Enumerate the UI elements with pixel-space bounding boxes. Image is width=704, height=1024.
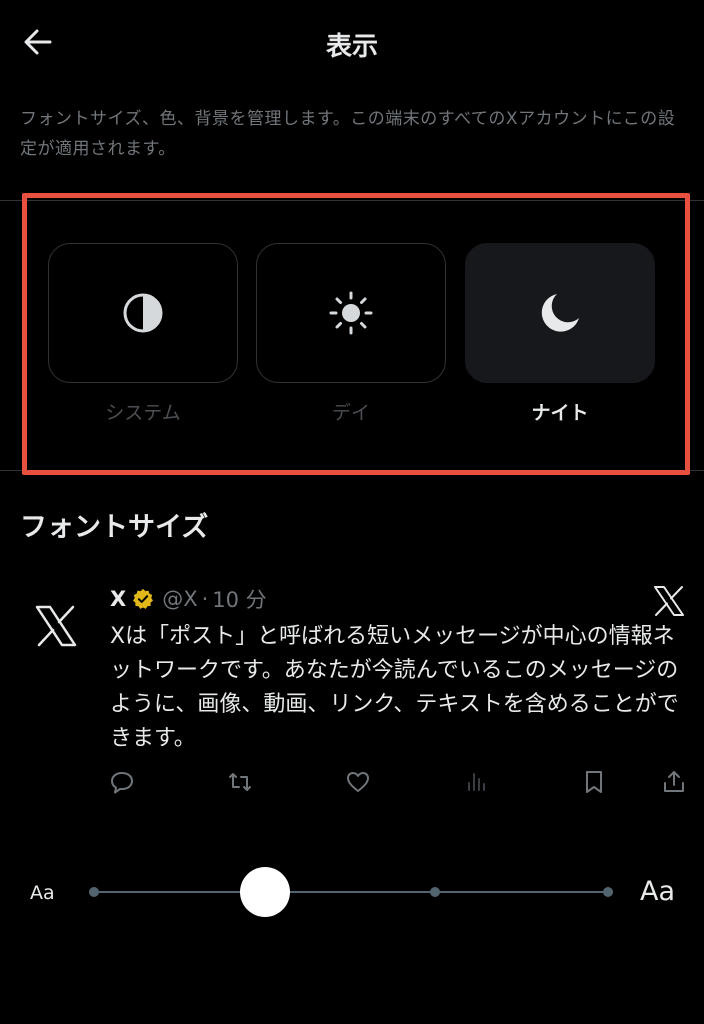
reply-icon [111, 772, 133, 794]
font-size-slider-thumb[interactable] [240, 867, 290, 917]
bookmark-icon [586, 771, 602, 793]
views-icon [468, 773, 485, 791]
post-timestamp: 10 分 [212, 588, 267, 612]
post-author-handle[interactable]: @X [162, 587, 197, 611]
slider-step-dot[interactable] [89, 887, 99, 897]
page-title: 表示 [325, 32, 378, 62]
font-size-max-label: Aa [640, 876, 676, 907]
views-button[interactable] [462, 768, 490, 796]
settings-description: フォントサイズ、色、背景を管理します。この端末のすべてのXアカウントにこの設定が… [20, 109, 676, 159]
bookmark-button[interactable] [580, 768, 608, 796]
post-separator-dot: · [201, 587, 209, 611]
theme-selection-highlight [22, 193, 690, 475]
reply-button[interactable] [108, 768, 136, 796]
post-text: Xは「ポスト」と呼ばれる短いメッセージが中心の情報ネットワークです。あなたが今読… [110, 624, 679, 751]
avatar[interactable] [32, 598, 80, 654]
share-icon [664, 771, 684, 792]
like-icon [347, 772, 369, 792]
slider-step-dot[interactable] [430, 887, 440, 897]
repost-button[interactable] [226, 768, 254, 796]
x-logo-icon [35, 605, 77, 647]
font-size-heading: フォントサイズ [20, 512, 209, 543]
verified-badge-icon [133, 588, 154, 609]
font-size-slider-track[interactable] [93, 891, 609, 893]
share-button[interactable] [660, 768, 688, 796]
x-logo-icon [654, 586, 684, 616]
slider-step-dot[interactable] [603, 887, 613, 897]
post-author-name[interactable]: X [110, 587, 126, 611]
header: 表示 [0, 0, 704, 84]
font-size-min-label: Aa [30, 882, 55, 904]
repost-icon [229, 773, 251, 791]
like-button[interactable] [344, 768, 372, 796]
post-header: X @X · 10 分 [110, 584, 267, 614]
